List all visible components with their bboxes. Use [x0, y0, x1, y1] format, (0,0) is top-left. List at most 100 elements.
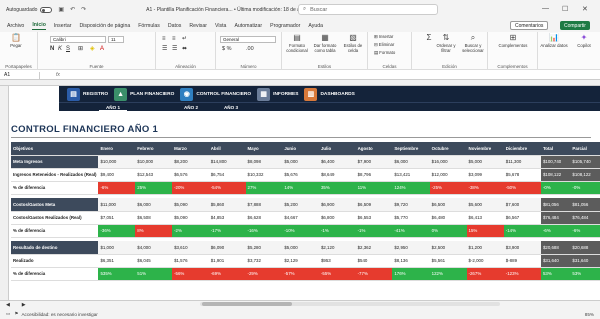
table-cell[interactable]: -38% [466, 181, 504, 195]
table-cell[interactable]: $2,362 [355, 241, 393, 255]
table-cell[interactable]: -17% [208, 224, 246, 238]
menu-item-0[interactable]: Archivo [7, 22, 24, 30]
row-label[interactable]: % de diferencia [11, 181, 99, 195]
table-cell[interactable]: 15% [466, 224, 504, 238]
table-cell[interactable]: $6,000 [135, 198, 173, 212]
table-cell[interactable]: -50% [503, 181, 541, 195]
nav-item-1[interactable]: ▲ PLAN FINANCIERO [114, 87, 174, 101]
table-cell[interactable]: -56% [172, 267, 209, 281]
table-cell[interactable]: 8% [135, 224, 173, 238]
table-cell[interactable]: $6,045 [135, 254, 173, 268]
row-label[interactable]: % de diferencia [11, 267, 99, 281]
nav-item-4[interactable]: ▥ DASHBOARDS [304, 87, 355, 101]
table-cell[interactable]: -6% [98, 181, 136, 195]
menu-item-7[interactable]: Vista [215, 22, 226, 30]
table-cell[interactable]: -25% [429, 181, 467, 195]
minimize-icon[interactable]: — [542, 5, 549, 12]
table-cell[interactable]: $1,576 [172, 254, 209, 268]
table-cell[interactable]: $953 [318, 254, 356, 268]
table-cell[interactable]: $-889 [503, 254, 541, 268]
table-cell[interactable]: $7,051 [98, 211, 136, 225]
table-cell[interactable]: 35% [318, 181, 356, 195]
table-cell[interactable]: $81,056 [570, 198, 600, 212]
row-label[interactable]: Ingresos Reteneidos - Realizados (Real) [11, 168, 99, 182]
font-size-select[interactable]: 11 [108, 36, 124, 43]
table-cell[interactable]: $31,640 [570, 254, 600, 268]
table-cell[interactable]: 122% [429, 267, 467, 281]
table-cell[interactable]: -57% [282, 267, 319, 281]
table-cell[interactable]: $3,732 [245, 254, 283, 268]
nav-item-3[interactable]: ▦ INFORMES [257, 87, 298, 101]
table-cell[interactable]: $8,796 [355, 168, 393, 182]
table-cell[interactable]: $6,509 [355, 198, 393, 212]
table-cell[interactable]: -10% [282, 224, 319, 238]
table-cell[interactable]: -41% [392, 224, 430, 238]
redo-icon[interactable]: ↷ [81, 6, 86, 13]
table-cell[interactable]: $10,000 [98, 155, 136, 169]
format-cells-button[interactable]: ▤ Formato [374, 50, 395, 56]
table-cell[interactable]: $-2,000 [466, 254, 504, 268]
tab-year-1[interactable]: AÑO 1 [99, 104, 127, 111]
table-cell[interactable]: 25% [135, 181, 173, 195]
table-cell[interactable]: -0% [570, 181, 600, 195]
table-cell[interactable]: $1,901 [208, 254, 246, 268]
table-format-button[interactable]: ▦ Dar formato como tabla [312, 33, 338, 53]
close-icon[interactable]: ✕ [582, 5, 588, 13]
accessibility-icon[interactable]: ⚑ [14, 311, 18, 317]
table-cell[interactable]: $14,800 [208, 155, 246, 169]
table-cell[interactable]: 27% [245, 181, 283, 195]
table-cell[interactable]: 176% [392, 267, 430, 281]
table-cell[interactable]: $81,056 [540, 198, 571, 212]
number-format-select[interactable]: General [220, 36, 276, 43]
table-cell[interactable]: $6,900 [318, 198, 356, 212]
menu-item-1[interactable]: Inicio [32, 21, 46, 30]
table-cell[interactable]: $3,900 [503, 241, 541, 255]
table-cell[interactable]: $3,610 [172, 241, 209, 255]
menu-item-3[interactable]: Disposición de página [79, 22, 130, 30]
column-header[interactable]: Objetivos [11, 142, 99, 156]
table-cell[interactable]: $4,000 [135, 241, 173, 255]
column-header[interactable]: Parcial [570, 142, 600, 156]
table-cell[interactable]: $12,543 [135, 168, 173, 182]
table-cell[interactable]: $1,200 [466, 241, 504, 255]
table-cell[interactable]: 0% [429, 224, 467, 238]
name-box[interactable]: A1 [0, 71, 40, 79]
table-cell[interactable]: -20% [172, 181, 209, 195]
table-cell[interactable]: $7,600 [503, 198, 541, 212]
table-cell[interactable]: $105,740 [570, 155, 600, 169]
table-cell[interactable]: $20,688 [540, 241, 571, 255]
table-cell[interactable]: $1,000 [98, 241, 136, 255]
column-header[interactable]: Noviembre [466, 142, 504, 156]
table-cell[interactable]: $5,676 [282, 168, 319, 182]
table-cell[interactable]: $12,000 [429, 168, 467, 182]
column-header[interactable]: Febrero [135, 142, 173, 156]
align-top-icon[interactable]: ≡ [162, 36, 166, 43]
tab-year-2[interactable]: AÑO 2 [177, 104, 205, 111]
column-header[interactable]: Marzo [172, 142, 209, 156]
column-header[interactable]: Julio [318, 142, 356, 156]
next-sheet-icon[interactable]: ▶ [16, 303, 32, 308]
table-cell[interactable]: $8,200 [172, 155, 209, 169]
zoom-level[interactable]: 85% [585, 312, 594, 317]
cell-styles-button[interactable]: ▧ Estilos de celda [340, 33, 366, 53]
document-title[interactable]: A1 - Plantilla Planificación Financiera.… [146, 7, 306, 13]
align-center-icon[interactable]: ☰ [172, 46, 177, 53]
table-cell[interactable]: -14% [503, 224, 541, 238]
nav-item-2[interactable]: ◉ CONTROL FINANCIERO [180, 87, 251, 101]
row-label[interactable]: Costos/Gastos Meta [11, 198, 99, 212]
table-cell[interactable]: $6,000 [392, 155, 430, 169]
table-cell[interactable]: -16% [245, 224, 283, 238]
table-cell[interactable]: $2,120 [318, 241, 356, 255]
table-cell[interactable]: $5,770 [392, 211, 430, 225]
table-cell[interactable]: $6,480 [429, 211, 467, 225]
table-cell[interactable]: $5,000 [466, 155, 504, 169]
table-cell[interactable]: $6,508 [135, 211, 173, 225]
column-header[interactable]: Diciembre [503, 142, 541, 156]
row-label[interactable]: Meta Ingresos [11, 155, 99, 169]
table-cell[interactable]: $10,000 [135, 155, 173, 169]
table-cell[interactable]: $9,400 [98, 168, 136, 182]
conditional-format-button[interactable]: ▤ Formato condicional [284, 33, 310, 53]
table-cell[interactable]: $2,129 [282, 254, 319, 268]
scroll-thumb[interactable] [202, 302, 292, 306]
table-cell[interactable]: $6,413 [466, 211, 504, 225]
